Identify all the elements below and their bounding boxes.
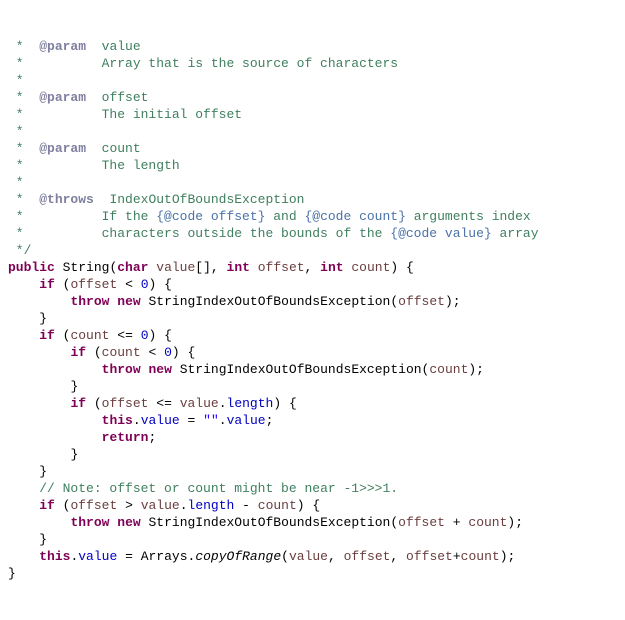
var-count: count <box>429 362 468 377</box>
keyword-throw: throw <box>102 362 141 377</box>
javadoc-line: * The length <box>8 158 180 173</box>
keyword-if: if <box>39 277 55 292</box>
param-count: count <box>351 260 390 275</box>
javadoc-line: * @throws IndexOutOfBoundsException <box>8 192 304 207</box>
var-offset: offset <box>70 498 117 513</box>
keyword-if: if <box>39 328 55 343</box>
keyword-new: new <box>148 362 171 377</box>
param-offset: offset <box>258 260 305 275</box>
var-offset: offset <box>102 396 149 411</box>
code-line: if (count <= 0) { <box>8 328 172 343</box>
line-comment: // Note: offset or count might be near -… <box>39 481 398 496</box>
code-line: throw new StringIndexOutOfBoundsExceptio… <box>8 362 484 377</box>
var-value: value <box>180 396 219 411</box>
code-line: } <box>8 464 47 479</box>
javadoc-tag-param: @param <box>39 39 86 54</box>
javadoc-code: {@code value} <box>390 226 491 241</box>
code-line: throw new StringIndexOutOfBoundsExceptio… <box>8 294 461 309</box>
keyword-if: if <box>70 396 86 411</box>
field-length: length <box>227 396 274 411</box>
literal-zero: 0 <box>164 345 172 360</box>
javadoc-tag-param: @param <box>39 141 86 156</box>
code-line: } <box>8 379 78 394</box>
var-count: count <box>70 328 109 343</box>
keyword-return: return <box>102 430 149 445</box>
javadoc-line: * <box>8 73 24 88</box>
var-count: count <box>258 498 297 513</box>
javadoc-code: {@code count} <box>304 209 405 224</box>
code-line: this.value = "".value; <box>8 413 273 428</box>
keyword-throw: throw <box>70 515 109 530</box>
field-length: length <box>188 498 235 513</box>
var-value: value <box>141 498 180 513</box>
code-line: return; <box>8 430 156 445</box>
code-line: if (offset <= value.length) { <box>8 396 297 411</box>
code-line: throw new StringIndexOutOfBoundsExceptio… <box>8 515 523 530</box>
method-signature: public String(char value[], int offset, … <box>8 260 414 275</box>
javadoc-line: * <box>8 124 24 139</box>
exception-type: StringIndexOutOfBoundsException <box>148 294 390 309</box>
javadoc-end: */ <box>8 243 31 258</box>
javadoc-line: * characters outside the bounds of the {… <box>8 226 539 241</box>
exception-type: StringIndexOutOfBoundsException <box>180 362 422 377</box>
keyword-new: new <box>117 294 140 309</box>
exception-type: StringIndexOutOfBoundsException <box>148 515 390 530</box>
keyword-throw: throw <box>70 294 109 309</box>
javadoc-line: * The initial offset <box>8 107 242 122</box>
code-line: } <box>8 566 16 581</box>
keyword-if: if <box>39 498 55 513</box>
type-int: int <box>320 260 343 275</box>
javadoc-tag-throws: @throws <box>39 192 94 207</box>
literal-zero: 0 <box>141 277 149 292</box>
javadoc-line: * @param count <box>8 141 141 156</box>
code-line: } <box>8 311 47 326</box>
code-line: if (count < 0) { <box>8 345 195 360</box>
javadoc-line: * @param offset <box>8 90 148 105</box>
javadoc-line: * <box>8 175 24 190</box>
keyword-public: public <box>8 260 55 275</box>
var-offset: offset <box>398 515 445 530</box>
javadoc-tag-param: @param <box>39 90 86 105</box>
code-block: * @param value * Array that is the sourc… <box>8 39 539 581</box>
keyword-new: new <box>117 515 140 530</box>
code-line: if (offset > value.length - count) { <box>8 498 320 513</box>
type-char: char <box>117 260 148 275</box>
code-line: if (offset < 0) { <box>8 277 172 292</box>
param-value: value <box>156 260 195 275</box>
code-line: } <box>8 532 47 547</box>
code-line: } <box>8 447 78 462</box>
field-value: value <box>141 413 180 428</box>
string-literal-empty: "" <box>203 413 219 428</box>
keyword-this: this <box>102 413 133 428</box>
code-line: // Note: offset or count might be near -… <box>8 481 398 496</box>
javadoc-line: * If the {@code offset} and {@code count… <box>8 209 531 224</box>
constructor-name: String <box>63 260 110 275</box>
javadoc-line: * Array that is the source of characters <box>8 56 398 71</box>
var-count: count <box>102 345 141 360</box>
javadoc-line: * @param value <box>8 39 141 54</box>
field-value: value <box>227 413 266 428</box>
javadoc-code: {@code offset} <box>156 209 265 224</box>
literal-zero: 0 <box>141 328 149 343</box>
var-offset: offset <box>70 277 117 292</box>
var-count: count <box>468 515 507 530</box>
keyword-if: if <box>70 345 86 360</box>
type-int: int <box>227 260 250 275</box>
var-offset: offset <box>398 294 445 309</box>
